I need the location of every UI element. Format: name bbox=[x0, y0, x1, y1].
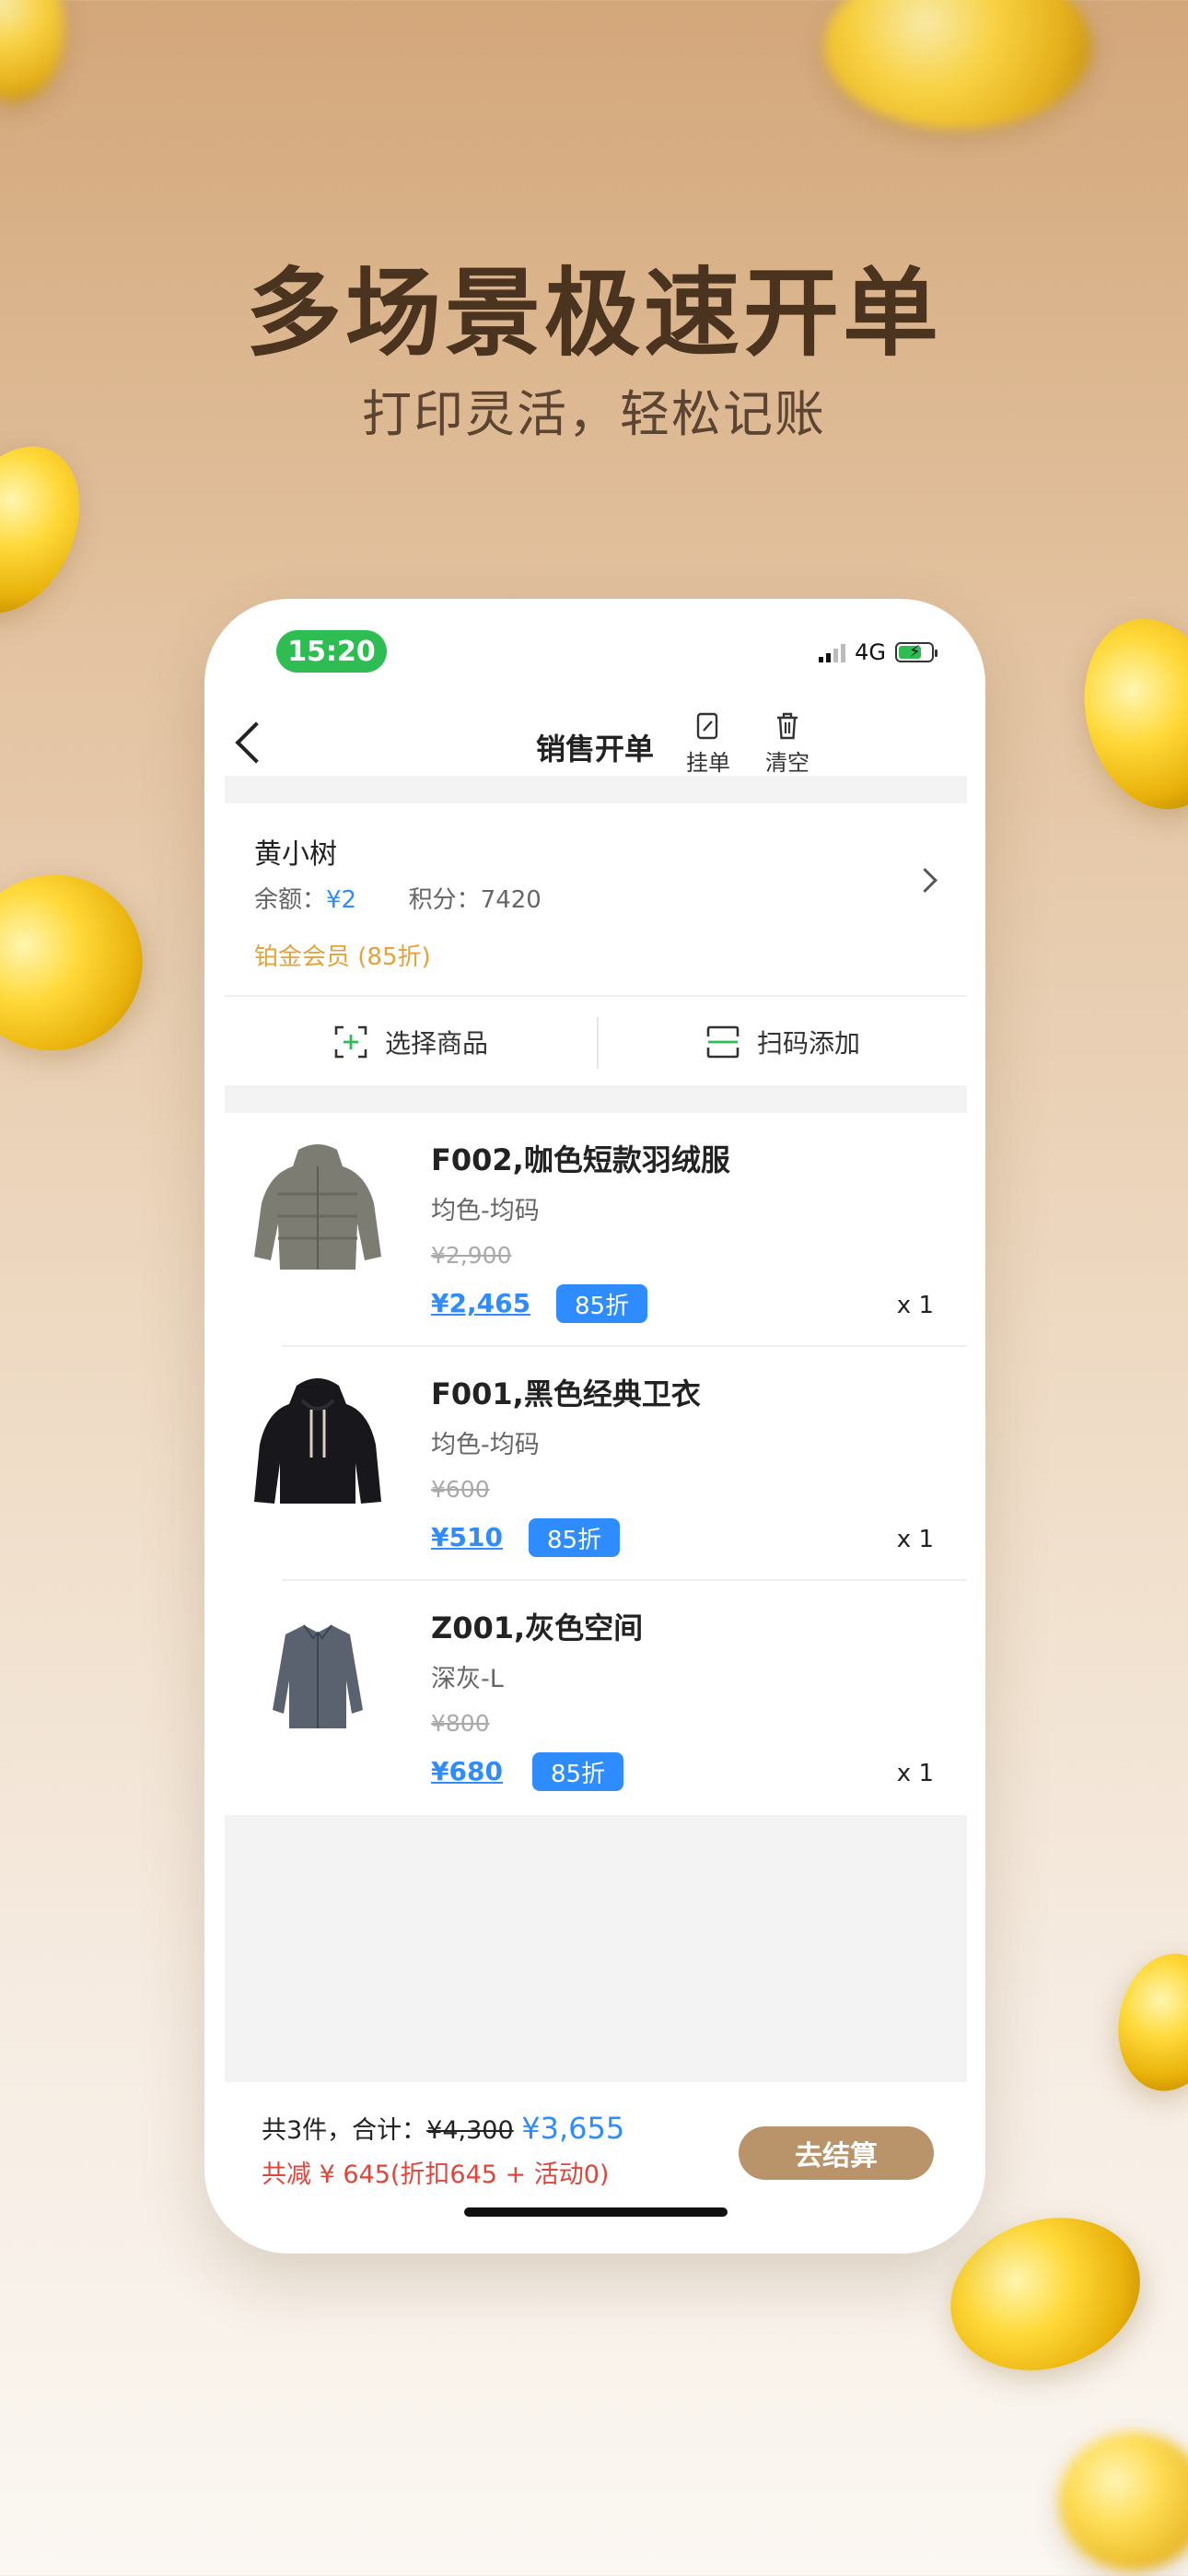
order-item[interactable]: F002,咖色短款羽绒服 均色-均码 ¥2,900 ¥2,465 85折 x 1 bbox=[225, 1113, 967, 1347]
network-label: 4G bbox=[855, 639, 886, 665]
phone-screen: 15:20 4G ⚡ 销售开单 挂单 清空 黄小树 余额：¥2 积分：7420 bbox=[204, 599, 985, 2254]
grey-shirt-thumbnail bbox=[273, 1624, 363, 1728]
select-goods-label: 选择商品 bbox=[385, 1028, 489, 1059]
gold-coin-decoration bbox=[1107, 1945, 1188, 2100]
order-item[interactable]: F001,黑色经典卫衣 均色-均码 ¥600 ¥510 85折 x 1 bbox=[225, 1347, 967, 1581]
add-goods-icon bbox=[334, 1025, 367, 1059]
member-level: 铂金会员 (85折) bbox=[254, 943, 431, 971]
select-goods-button[interactable]: 选择商品 bbox=[333, 997, 488, 1087]
gold-coin-decoration bbox=[0, 425, 106, 635]
checkout-button[interactable]: 去结算 bbox=[739, 2126, 934, 2180]
add-goods-bar: 选择商品 扫码添加 bbox=[225, 995, 967, 1087]
gold-coin-decoration bbox=[1064, 603, 1188, 825]
gold-coin-decoration bbox=[824, 0, 1091, 129]
checkout-footer: 共3件，合计：¥4,300 ¥3,655 共减 ¥ 645(折扣645 + 活动… bbox=[204, 2082, 985, 2254]
item-quantity: x 1 bbox=[896, 1526, 934, 1553]
gold-coin-decoration bbox=[0, 849, 168, 1076]
gold-coin-decoration bbox=[0, 0, 64, 101]
item-spec: 均色-均码 bbox=[431, 1431, 540, 1459]
points-value: 7420 bbox=[480, 886, 542, 914]
section-gap bbox=[225, 1085, 967, 1113]
status-indicators: 4G ⚡ bbox=[819, 639, 938, 665]
item-title: F002,咖色短款羽绒服 bbox=[431, 1142, 730, 1177]
balance-value: ¥2 bbox=[326, 886, 357, 914]
discount-badge: 85折 bbox=[556, 1284, 648, 1323]
clear-label: 清空 bbox=[765, 750, 809, 776]
final-total: ¥3,655 bbox=[521, 2111, 625, 2146]
balance-label: 余额： bbox=[254, 886, 327, 914]
points-label: 积分： bbox=[408, 886, 481, 914]
promo-subline: 打印灵活，轻松记账 bbox=[362, 385, 826, 443]
member-name: 黄小树 bbox=[254, 838, 337, 871]
action-divider bbox=[597, 1017, 599, 1069]
scan-add-button[interactable]: 扫码添加 bbox=[705, 997, 860, 1087]
item-price[interactable]: ¥2,465 bbox=[431, 1288, 530, 1318]
status-time: 15:20 bbox=[276, 630, 387, 673]
count-label: 共3件，合计： bbox=[262, 2116, 427, 2145]
signal-icon bbox=[819, 642, 846, 662]
original-total: ¥4,300 bbox=[426, 2116, 514, 2145]
item-spec: 深灰-L bbox=[431, 1665, 504, 1693]
chevron-right-icon bbox=[913, 868, 938, 893]
member-stats: 余额：¥2 积分：7420 bbox=[254, 881, 542, 915]
page-title: 销售开单 bbox=[535, 732, 654, 767]
promo-headline: 多场景极速开单 bbox=[245, 257, 942, 369]
edit-note-icon bbox=[676, 708, 740, 744]
savings-text: 共减 ¥ 645(折扣645 + 活动0) bbox=[262, 2160, 610, 2189]
item-title: Z001,灰色空间 bbox=[431, 1610, 644, 1645]
item-original-price: ¥600 bbox=[431, 1476, 490, 1503]
hold-order-button[interactable]: 挂单 bbox=[676, 708, 740, 777]
clear-button[interactable]: 清空 bbox=[755, 708, 820, 777]
item-quantity: x 1 bbox=[896, 1760, 934, 1787]
home-indicator bbox=[464, 2207, 728, 2217]
down-jacket-thumbnail bbox=[254, 1144, 381, 1270]
item-quantity: x 1 bbox=[896, 1292, 934, 1319]
item-original-price: ¥800 bbox=[431, 1710, 490, 1737]
black-hoodie-thumbnail bbox=[254, 1378, 381, 1504]
member-card[interactable]: 黄小树 余额：¥2 积分：7420 铂金会员 (85折) bbox=[225, 803, 967, 993]
item-spec: 均色-均码 bbox=[431, 1197, 540, 1225]
item-original-price: ¥2,900 bbox=[431, 1242, 512, 1269]
section-gap bbox=[225, 776, 967, 803]
empty-list-area bbox=[225, 1815, 967, 2082]
scan-icon bbox=[706, 1025, 740, 1059]
item-price[interactable]: ¥510 bbox=[431, 1522, 503, 1552]
item-title: F001,黑色经典卫衣 bbox=[431, 1376, 701, 1411]
gold-coin-decoration bbox=[1059, 2432, 1188, 2570]
discount-badge: 85折 bbox=[529, 1518, 621, 1557]
item-price[interactable]: ¥680 bbox=[431, 1756, 503, 1786]
battery-icon: ⚡ bbox=[895, 642, 938, 662]
trash-icon bbox=[755, 708, 820, 744]
scan-add-label: 扫码添加 bbox=[757, 1028, 861, 1059]
discount-badge: 85折 bbox=[532, 1752, 624, 1791]
hold-order-label: 挂单 bbox=[686, 750, 730, 776]
order-summary: 共3件，合计：¥4,300 ¥3,655 bbox=[262, 2110, 624, 2146]
order-item[interactable]: Z001,灰色空间 深灰-L ¥800 ¥680 85折 x 1 bbox=[225, 1581, 967, 1815]
